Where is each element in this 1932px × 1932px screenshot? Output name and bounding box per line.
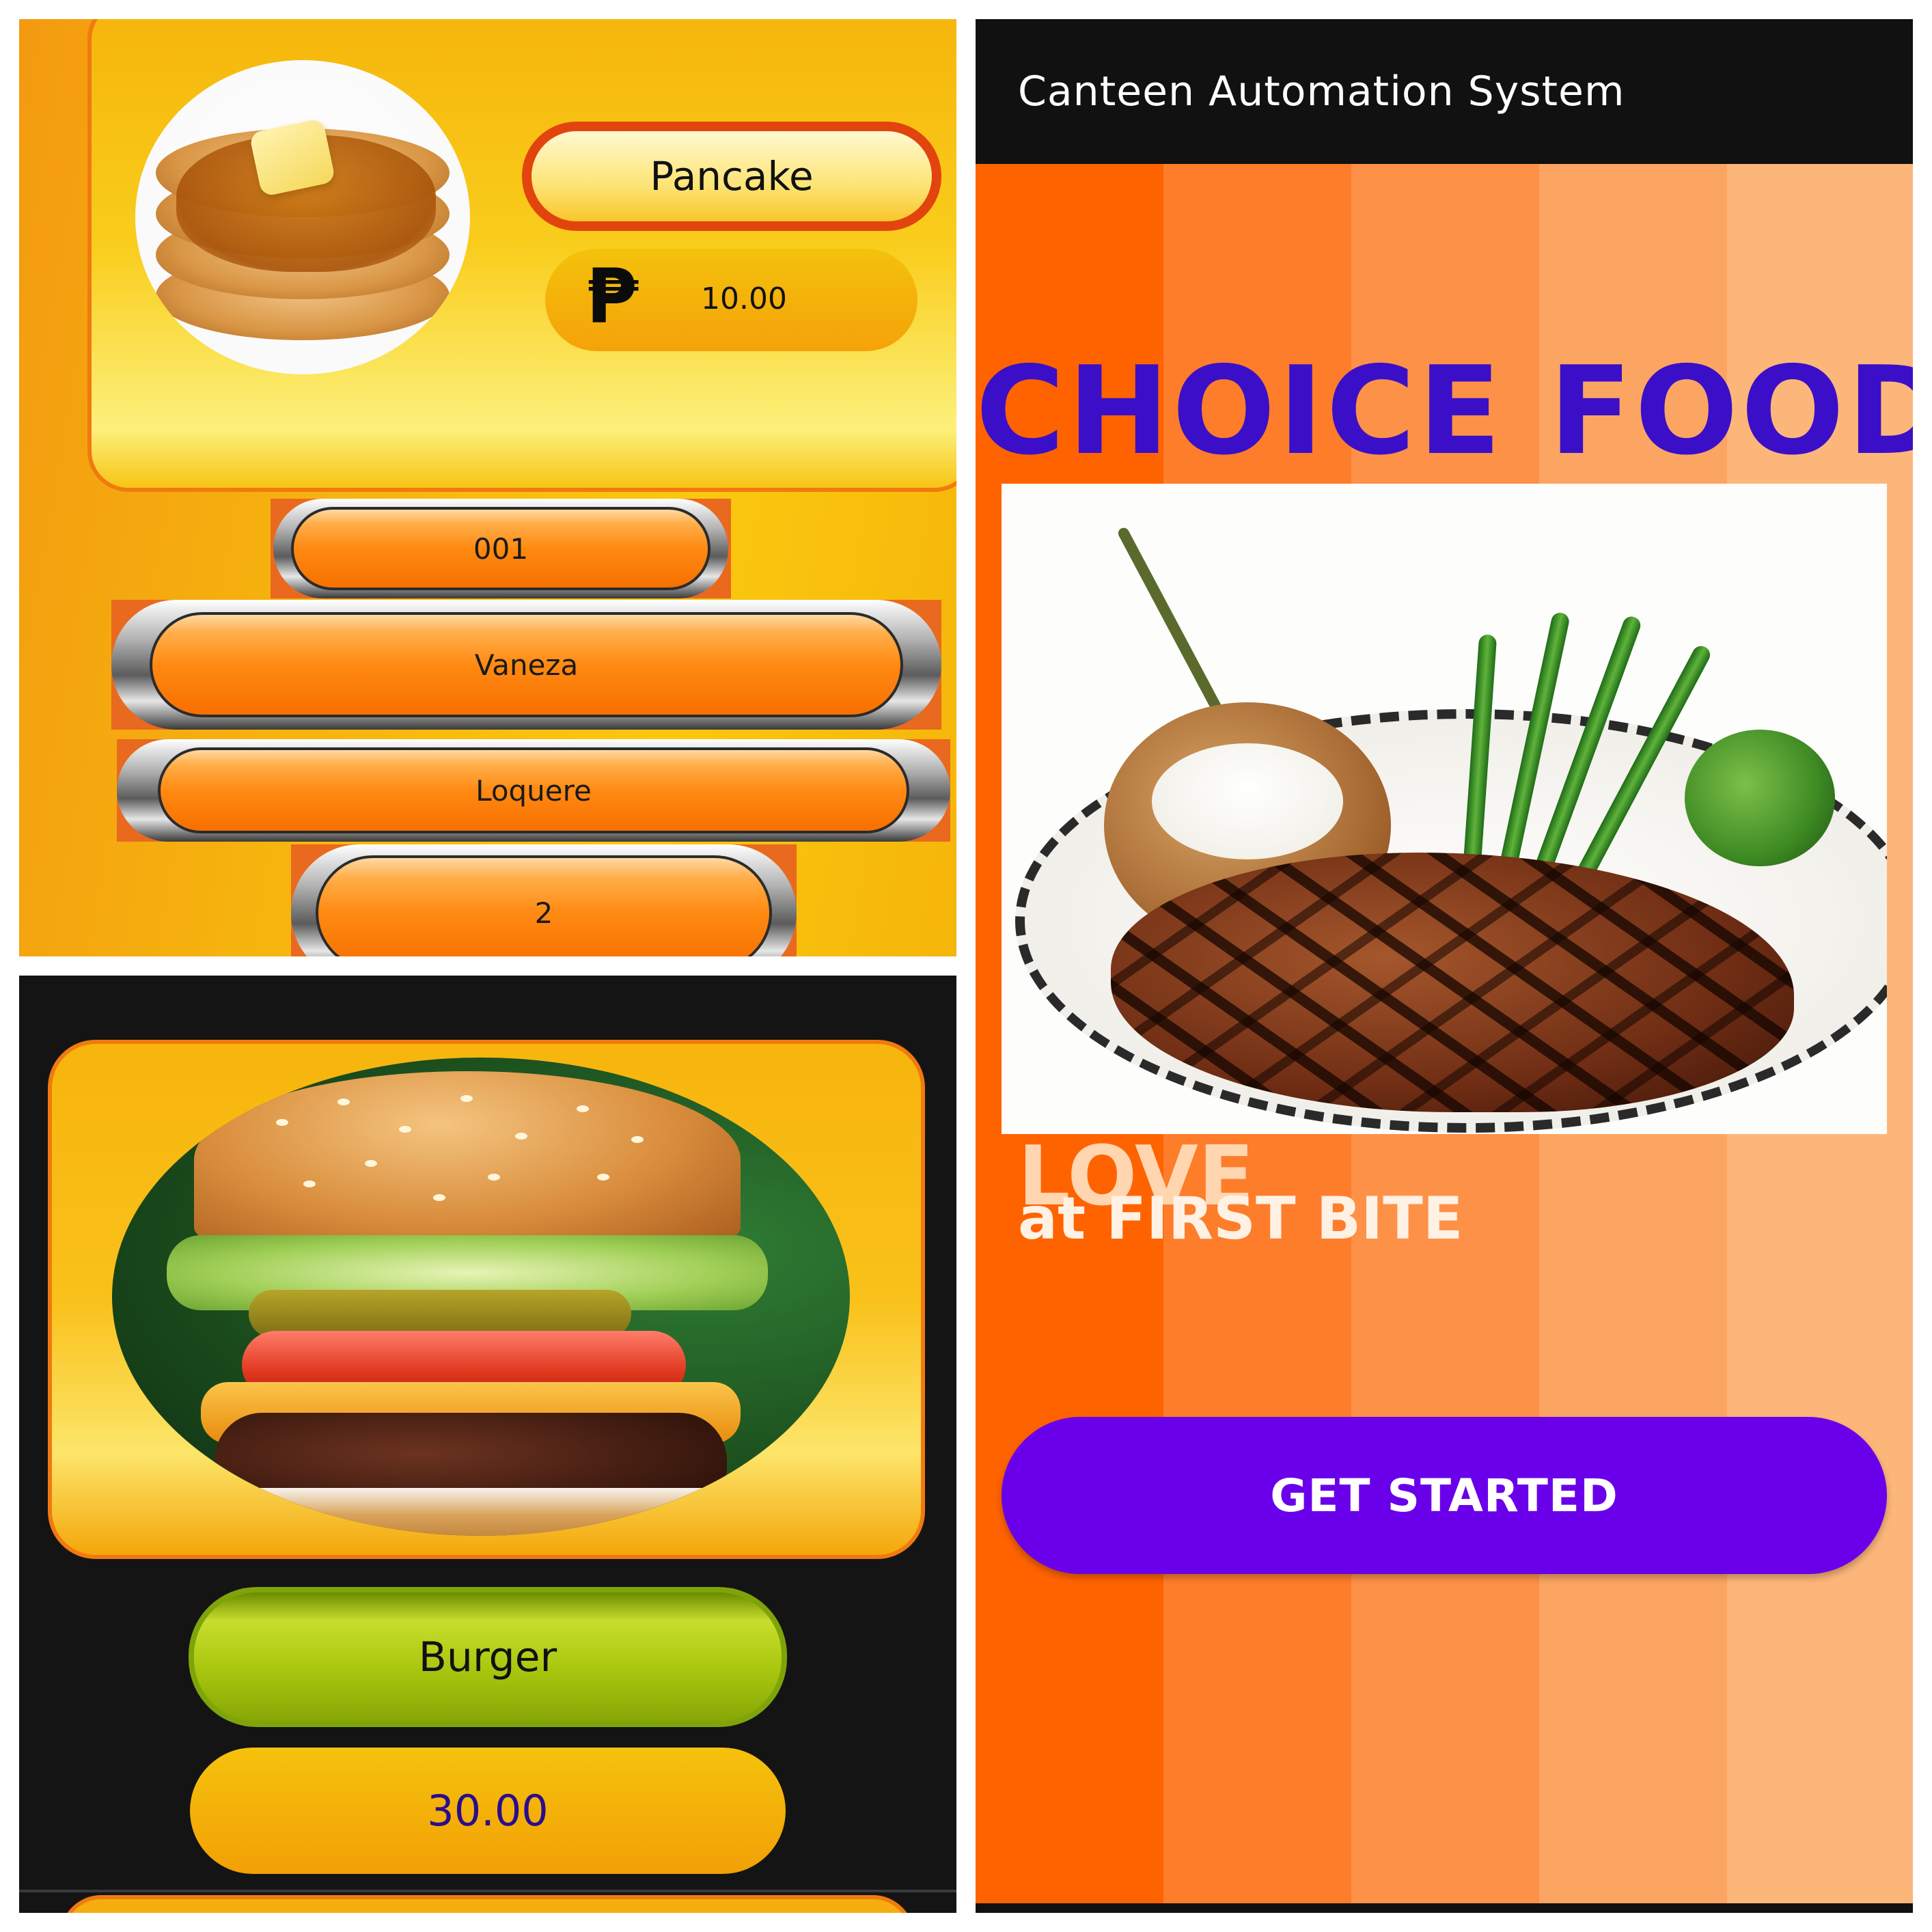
get-started-button[interactable]: GET STARTED [1002,1417,1887,1574]
bun-bottom [194,1488,741,1536]
last-name-field[interactable]: Loquere [117,739,950,842]
price-label: 30.00 [190,1748,786,1874]
app-title: Canteen Automation System [1018,68,1625,115]
last-name-value: Loquere [158,747,909,833]
field-row: Vaneza [111,600,941,730]
price-pill: ₱ 10.00 [545,249,917,351]
next-food-card [60,1895,914,1913]
price-value: 10.00 [701,281,787,316]
quantity-value: 2 [316,855,772,956]
order-id-field[interactable]: 001 [273,499,728,598]
app-bar: Canteen Automation System [976,19,1913,164]
peso-icon: ₱ [586,253,639,340]
quantity-field[interactable]: 2 [291,844,797,956]
field-row: 001 [271,499,731,598]
steak-image [1002,484,1887,1134]
food-name-button[interactable]: Burger [189,1587,787,1727]
first-name-value: Vaneza [150,612,903,717]
food-name-label: Pancake [522,122,941,231]
divider [19,1890,956,1892]
headline: CHOICE FOODS [976,340,1913,482]
sour-cream [1152,743,1343,859]
burger-item-screen: Burger 30.00 [19,976,956,1913]
pancake-image [135,60,470,374]
burger-image [112,1058,850,1536]
bottom-bar [976,1903,1913,1913]
bun-top [194,1071,741,1249]
pancake-order-screen: Pancake ₱ 10.00 001 Vaneza Loquere 2 [19,19,956,956]
broccoli [1685,730,1835,866]
field-row: Loquere [117,739,950,842]
first-name-field[interactable]: Vaneza [111,600,941,730]
tagline-first-bite: at FIRST BITE [1018,1185,1463,1253]
field-row: 2 [291,844,797,956]
order-id-value: 001 [291,507,710,590]
start-screen: Canteen Automation System CHOICE FOODS L… [976,19,1913,1913]
